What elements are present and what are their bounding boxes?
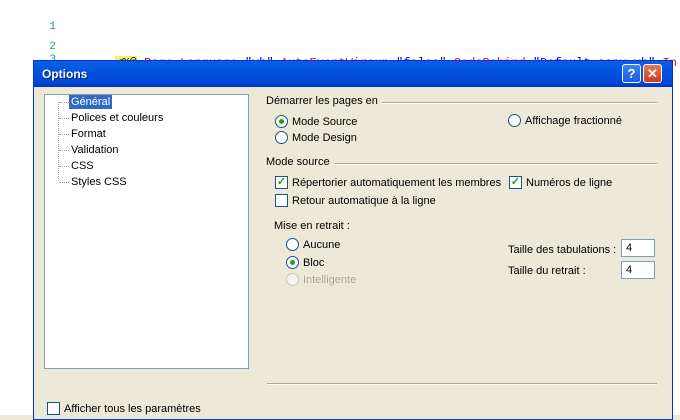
split-view-label: Affichage fractionné xyxy=(525,115,623,127)
auto-list-members-checkbox[interactable]: ✓ Répertorier automatiquement les membre… xyxy=(275,176,501,190)
dialog-titlebar[interactable]: Options ? ✕ xyxy=(34,61,672,87)
bottom-separator xyxy=(267,383,657,385)
tree-item-css[interactable]: CSS xyxy=(69,159,96,173)
indent-smart-radio: Intelligente xyxy=(286,273,356,287)
mode-source-label: Mode Source xyxy=(292,116,358,128)
tree-item-css-styles[interactable]: Styles CSS xyxy=(69,175,129,189)
close-button[interactable]: ✕ xyxy=(643,64,662,83)
mode-design-label: Mode Design xyxy=(292,132,357,144)
checkbox-box xyxy=(275,194,288,207)
word-wrap-checkbox[interactable]: Retour automatique à la ligne xyxy=(275,194,436,208)
tab-size-input[interactable] xyxy=(621,239,655,257)
mode-design-radio[interactable]: Mode Design xyxy=(275,131,357,145)
split-view-radio[interactable]: Affichage fractionné xyxy=(508,114,622,128)
indent-size-input[interactable] xyxy=(621,261,655,279)
group-separator xyxy=(374,102,657,104)
tree-connector xyxy=(59,134,69,135)
tree-item-validation[interactable]: Validation xyxy=(69,143,121,157)
indent-size-label: Taille du retrait : xyxy=(508,265,586,277)
tree-item-general[interactable]: Général xyxy=(69,95,113,109)
options-dialog: Options ? ✕ Général Polices et couleurs … xyxy=(33,60,673,420)
mode-source-radio[interactable]: Mode Source xyxy=(275,115,357,129)
code-line[interactable]: 1 <%@ Page Language="vb" AutoEventWireup… xyxy=(0,0,677,70)
word-wrap-label: Retour automatique à la ligne xyxy=(292,195,436,207)
tree-connector xyxy=(59,166,69,167)
auto-list-members-label: Répertorier automatiquement les membres xyxy=(292,177,502,189)
indent-none-radio[interactable]: Aucune xyxy=(286,238,340,252)
dialog-title: Options xyxy=(42,67,88,81)
tree-connector xyxy=(59,102,69,103)
show-all-settings-checkbox[interactable]: Afficher tous les paramètres xyxy=(47,402,201,416)
tree-connector xyxy=(58,102,59,181)
tree-connector xyxy=(59,182,69,183)
group-separator xyxy=(334,163,657,165)
checkbox-box xyxy=(47,402,60,415)
source-mode-group-label: Mode source xyxy=(266,156,334,168)
indent-label: Mise en retrait : xyxy=(274,220,350,232)
help-button[interactable]: ? xyxy=(622,64,641,83)
code-line[interactable]: 3 <!DOCTYPE html PUBLIC "-//W3C//DTD XHT… xyxy=(0,33,626,85)
tree-connector xyxy=(59,118,69,119)
line-number: 1 xyxy=(49,21,56,33)
indent-block-label: Bloc xyxy=(303,257,325,269)
line-numbers-label: Numéros de ligne xyxy=(526,177,613,189)
tab-size-label: Taille des tabulations : xyxy=(508,244,617,256)
checkmark-icon: ✓ xyxy=(509,176,522,189)
tree-connector xyxy=(59,150,69,151)
indent-smart-label: Intelligente xyxy=(303,274,357,286)
indent-none-label: Aucune xyxy=(303,239,341,251)
checkmark-icon: ✓ xyxy=(275,176,288,189)
indent-block-radio[interactable]: Bloc xyxy=(286,256,324,270)
show-all-settings-label: Afficher tous les paramètres xyxy=(64,403,201,415)
start-pages-group-label: Démarrer les pages en xyxy=(266,95,382,107)
tree-item-fonts-colors[interactable]: Polices et couleurs xyxy=(69,111,165,125)
tree-item-format[interactable]: Format xyxy=(69,127,108,141)
line-numbers-checkbox[interactable]: ✓ Numéros de ligne xyxy=(509,176,612,190)
options-category-tree[interactable]: Général Polices et couleurs Format Valid… xyxy=(44,94,249,369)
